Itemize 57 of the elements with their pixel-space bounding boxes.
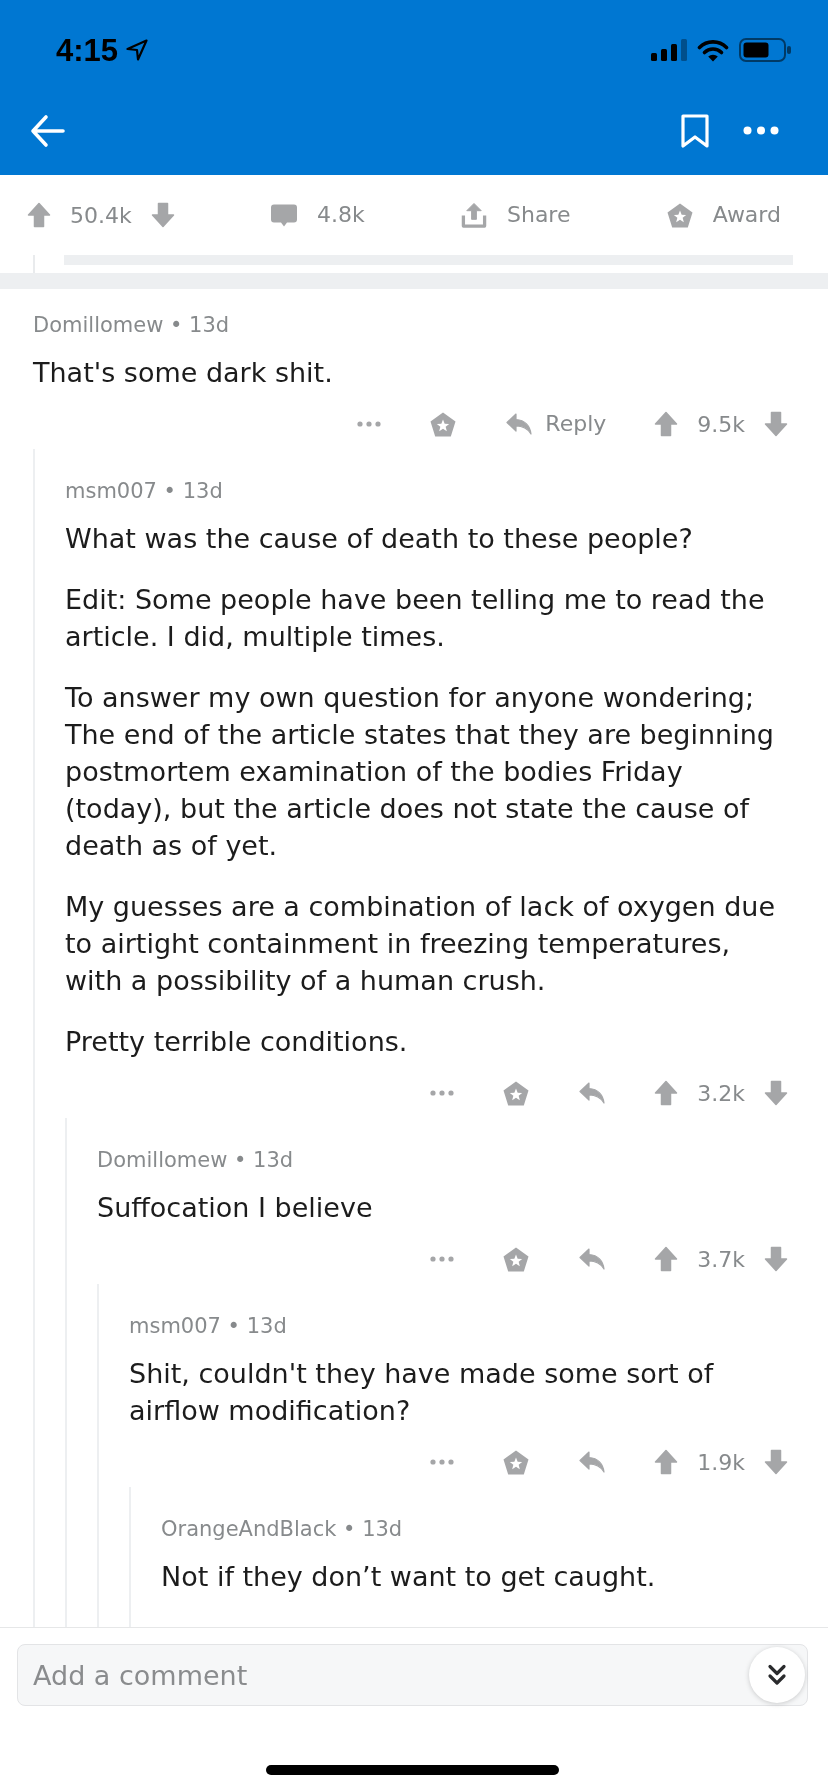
comment-text: What was the cause of death to these people? bbox=[65, 522, 694, 556]
comment-score: 3.7k bbox=[697, 1246, 745, 1272]
share-button[interactable]: Share bbox=[459, 201, 571, 229]
more-icon[interactable] bbox=[430, 1256, 455, 1262]
downvote-icon[interactable] bbox=[764, 1246, 788, 1272]
comment-score: 3.2k bbox=[697, 1080, 745, 1106]
comment-byline: Domillomew • 13d bbox=[33, 312, 231, 339]
upvote-icon[interactable] bbox=[654, 1246, 679, 1272]
comment-text: Edit: Some people have been telling me to read the article. I did, multiple times. bbox=[65, 583, 766, 654]
comment-text: Not if they don’t want to get caught. bbox=[161, 1560, 657, 1594]
comment-byline: msm007 • 13d bbox=[129, 1313, 288, 1340]
award-button[interactable]: Award bbox=[665, 201, 781, 229]
share-icon bbox=[459, 201, 488, 229]
comment-text: My guesses are a combination of lack of oxygen due to airtight containment in freezing temperatures, with a possibility of a human crush. bbox=[65, 890, 777, 998]
comment-text: Shit, couldn't they have made some sort of airflow modification? bbox=[129, 1357, 715, 1428]
downvote-icon[interactable] bbox=[764, 411, 788, 437]
more-icon[interactable] bbox=[430, 1459, 455, 1465]
upvote-icon[interactable] bbox=[27, 202, 51, 228]
more-icon[interactable] bbox=[430, 1090, 455, 1096]
award-icon bbox=[665, 201, 694, 229]
comment-score: 1.9k bbox=[697, 1449, 745, 1475]
comments-button[interactable]: 4.8k bbox=[270, 201, 365, 229]
wifi-icon bbox=[697, 38, 729, 62]
comment-text: That's some dark shit. bbox=[33, 356, 334, 390]
downvote-icon[interactable] bbox=[150, 202, 175, 228]
comment-text: Pretty terrible conditions. bbox=[65, 1025, 409, 1059]
reply-icon[interactable] bbox=[578, 1450, 607, 1474]
status-time: 4:15 bbox=[56, 34, 119, 66]
downvote-icon[interactable] bbox=[764, 1449, 788, 1475]
award-icon[interactable] bbox=[502, 1079, 531, 1107]
back-icon[interactable] bbox=[30, 113, 66, 148]
comment-field[interactable]: Add a comment bbox=[17, 1644, 808, 1706]
upvote-icon[interactable] bbox=[654, 1080, 679, 1106]
signal-icon bbox=[651, 39, 687, 61]
more-icon[interactable] bbox=[357, 421, 382, 427]
comment-score: 9.5k bbox=[697, 411, 745, 437]
more-icon[interactable] bbox=[743, 126, 779, 135]
comment-byline: Domillomew • 13d bbox=[97, 1147, 295, 1174]
reply-icon[interactable] bbox=[578, 1081, 607, 1105]
award-icon[interactable] bbox=[502, 1448, 531, 1476]
upvote-icon[interactable] bbox=[654, 411, 679, 437]
bookmark-icon[interactable] bbox=[680, 113, 710, 148]
downvote-icon[interactable] bbox=[764, 1080, 788, 1106]
award-icon[interactable] bbox=[502, 1245, 531, 1273]
award-icon[interactable] bbox=[429, 410, 458, 438]
reply-button[interactable]: Reply bbox=[505, 410, 607, 438]
reply-icon[interactable] bbox=[578, 1247, 607, 1271]
post-score: 50.4k bbox=[70, 202, 132, 228]
reply-icon bbox=[505, 412, 534, 436]
double-chevron-icon bbox=[765, 1663, 789, 1687]
comment-text: Suffocation I believe bbox=[97, 1191, 374, 1225]
upvote-icon[interactable] bbox=[654, 1449, 679, 1475]
comment-byline: OrangeAndBlack • 13d bbox=[161, 1516, 404, 1543]
comment-text: To answer my own question for anyone wondering; The end of the article states that they are beginning postmortem examination of the bodies Friday (today), but the article does not state the cause of death as of yet. bbox=[65, 681, 775, 863]
battery-icon bbox=[739, 38, 791, 62]
comment-byline: msm007 • 13d bbox=[65, 478, 224, 505]
location-arrow-icon bbox=[126, 39, 149, 61]
